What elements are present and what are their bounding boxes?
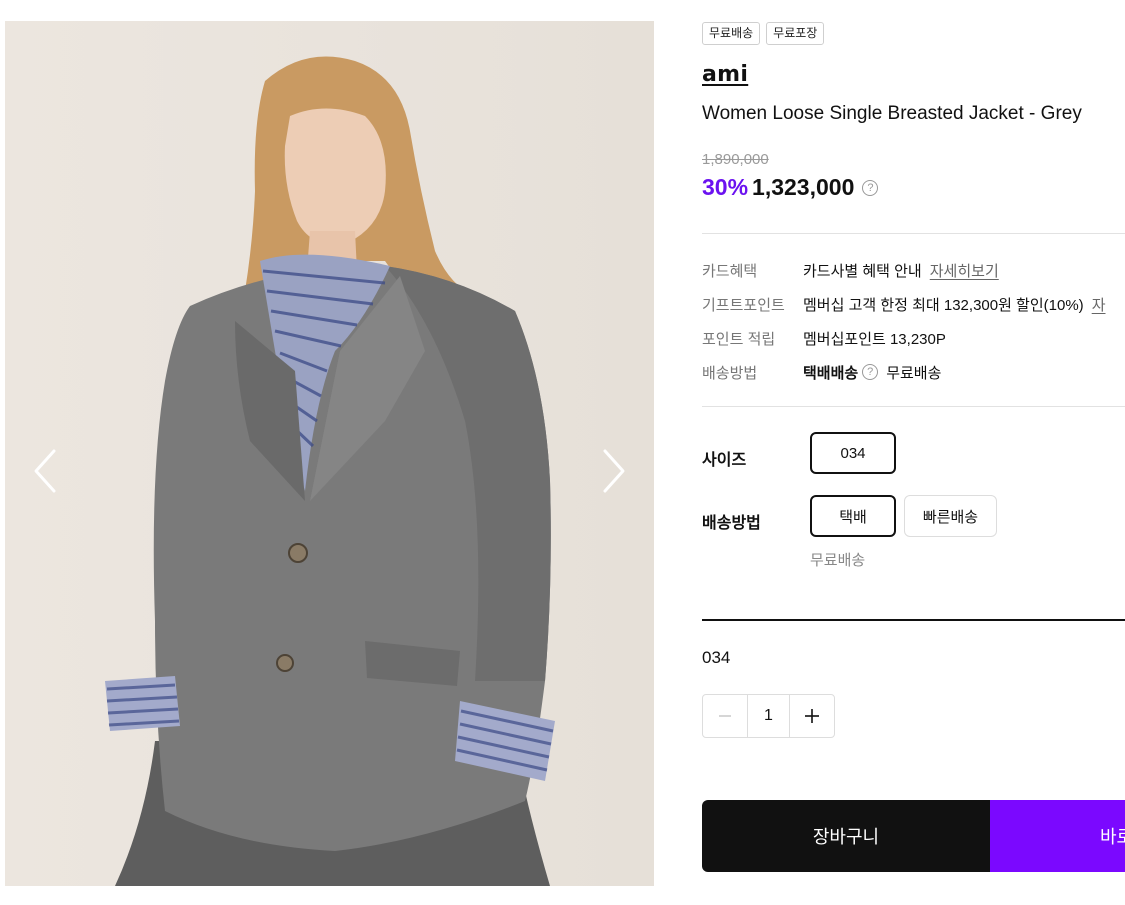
divider xyxy=(702,406,1125,407)
gallery-next-button[interactable] xyxy=(594,436,634,506)
quantity-increase-button[interactable] xyxy=(790,695,834,737)
selected-size: 034 xyxy=(702,648,731,667)
size-option-034[interactable]: 034 xyxy=(810,432,896,474)
benefit-value: 택배배송 ? 무료배송 xyxy=(803,362,941,383)
benefit-label: 포인트 적립 xyxy=(702,330,776,348)
divider xyxy=(702,619,1125,621)
tag-free-shipping: 무료배송 xyxy=(702,22,761,45)
benefit-delivery: 배송방법 택배배송 ? 무료배송 xyxy=(702,360,941,384)
card-benefit-text: 카드사별 혜택 안내 xyxy=(803,262,922,280)
gallery-prev-button[interactable] xyxy=(25,436,65,506)
question-icon[interactable]: ? xyxy=(862,179,879,196)
minus-icon xyxy=(719,715,731,717)
delivery-option-parcel[interactable]: 택배 xyxy=(810,495,896,537)
benefit-label: 카드혜택 xyxy=(702,262,758,280)
question-icon[interactable]: ? xyxy=(862,364,879,380)
delivery-fee: 무료배송 xyxy=(886,364,942,382)
product-photo xyxy=(105,56,555,886)
card-benefit-details-link[interactable]: 자세히보기 xyxy=(930,260,999,281)
add-to-cart-button[interactable]: 장바구니 xyxy=(702,800,990,872)
product-tags: 무료배송 무료포장 xyxy=(702,22,825,45)
gift-point-link[interactable]: 자 xyxy=(1092,294,1106,315)
brand-link[interactable]: ami xyxy=(702,62,748,87)
quantity-value[interactable]: 1 xyxy=(747,695,790,737)
plus-icon xyxy=(805,709,819,723)
original-price: 1,890,000 xyxy=(702,151,769,168)
delivery-option-express[interactable]: 빠른배송 xyxy=(904,495,997,537)
benefit-point: 포인트 적립 멤버십포인트 13,230P xyxy=(702,326,946,350)
quantity-stepper: 1 xyxy=(702,694,835,738)
benefit-value: 멤버십포인트 13,230P xyxy=(803,330,946,348)
delivery-option-label: 배송방법 xyxy=(702,515,761,532)
quantity-decrease-button[interactable] xyxy=(703,695,747,737)
size-option-label: 사이즈 xyxy=(702,452,747,469)
product-info-panel: 무료배송 무료포장 ami Women Loose Single Breaste… xyxy=(702,0,1125,905)
product-image-gallery xyxy=(5,21,654,886)
product-title: Women Loose Single Breasted Jacket - Gre… xyxy=(702,103,1082,124)
sale-price: 1,323,000 xyxy=(752,174,855,200)
divider xyxy=(702,233,1125,234)
benefit-card: 카드혜택 카드사별 혜택 안내 자세히보기 xyxy=(702,258,999,282)
buy-now-button[interactable]: 바로 xyxy=(990,800,1125,872)
discount-rate: 30% xyxy=(702,174,749,200)
benefit-gift-point: 기프트포인트 멤버십 고객 한정 최대 132,300원 할인(10%) 자 xyxy=(702,292,1106,316)
chevron-left-icon xyxy=(34,449,56,493)
benefit-label: 배송방법 xyxy=(702,364,758,382)
price-row: 30% 1,323,000 ? xyxy=(702,174,879,201)
benefit-value: 카드사별 혜택 안내 자세히보기 xyxy=(803,260,999,281)
benefit-label: 기프트포인트 xyxy=(702,296,785,314)
delivery-note: 무료배송 xyxy=(810,552,866,569)
benefit-value: 멤버십 고객 한정 최대 132,300원 할인(10%) 자 xyxy=(803,294,1106,315)
delivery-method: 택배배송 xyxy=(803,364,859,382)
gift-point-text: 멤버십 고객 한정 최대 132,300원 할인(10%) xyxy=(803,296,1084,314)
chevron-right-icon xyxy=(603,449,625,493)
tag-free-wrapping: 무료포장 xyxy=(766,22,825,45)
